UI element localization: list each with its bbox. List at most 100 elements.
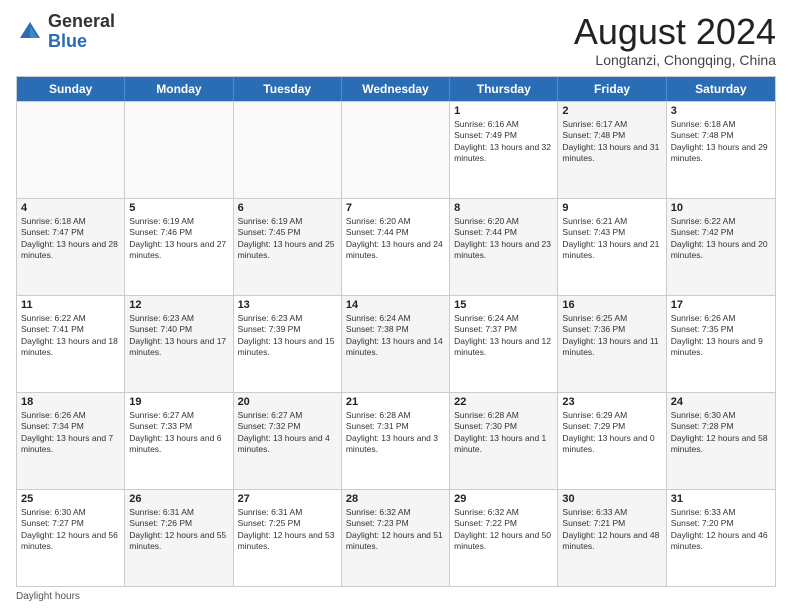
day-number: 11 (21, 299, 120, 311)
header: General Blue August 2024 Longtanzi, Chon… (16, 12, 776, 68)
cell-info: Sunrise: 6:25 AM Sunset: 7:36 PM Dayligh… (562, 313, 661, 359)
calendar-cell: 21 Sunrise: 6:28 AM Sunset: 7:31 PM Dayli… (342, 393, 450, 489)
day-number: 2 (562, 105, 661, 117)
calendar-row: 18 Sunrise: 6:26 AM Sunset: 7:34 PM Dayli… (17, 392, 775, 489)
weekday-header: Monday (125, 77, 233, 101)
day-number: 24 (671, 396, 771, 408)
month-year: August 2024 (574, 12, 776, 52)
location: Longtanzi, Chongqing, China (574, 52, 776, 68)
weekday-header: Saturday (667, 77, 775, 101)
calendar-cell (342, 102, 450, 198)
calendar-cell: 27Sunrise: 6:31 AM Sunset: 7:25 PM Dayli… (234, 490, 342, 586)
calendar-cell: 31Sunrise: 6:33 AM Sunset: 7:20 PM Dayli… (667, 490, 775, 586)
cell-info: Sunrise: 6:24 AM Sunset: 7:37 PM Dayligh… (454, 313, 553, 359)
calendar-cell (125, 102, 233, 198)
weekday-header: Wednesday (342, 77, 450, 101)
day-number: 10 (671, 202, 771, 214)
calendar-row: 1Sunrise: 6:16 AM Sunset: 7:49 PM Daylig… (17, 101, 775, 198)
calendar-cell: 29 Sunrise: 6:32 AM Sunset: 7:22 PM Dayli… (450, 490, 558, 586)
cell-info: Sunrise: 6:22 AM Sunset: 7:42 PM Dayligh… (671, 216, 771, 262)
calendar-cell: 17 Sunrise: 6:26 AM Sunset: 7:35 PM Dayli… (667, 296, 775, 392)
cell-info: Sunrise: 6:26 AM Sunset: 7:34 PM Dayligh… (21, 410, 120, 456)
calendar-cell: 5Sunrise: 6:19 AM Sunset: 7:46 PM Daylig… (125, 199, 233, 295)
calendar-cell: 22 Sunrise: 6:28 AM Sunset: 7:30 PM Dayli… (450, 393, 558, 489)
calendar-cell (234, 102, 342, 198)
cell-info: Sunrise: 6:32 AM Sunset: 7:22 PM Dayligh… (454, 507, 553, 553)
cell-info: Sunrise: 6:30 AM Sunset: 7:28 PM Dayligh… (671, 410, 771, 456)
weekday-header: Thursday (450, 77, 558, 101)
cell-info: Sunrise: 6:28 AM Sunset: 7:30 PM Dayligh… (454, 410, 553, 456)
calendar-cell: 8Sunrise: 6:20 AM Sunset: 7:44 PM Daylig… (450, 199, 558, 295)
calendar-cell: 18 Sunrise: 6:26 AM Sunset: 7:34 PM Dayli… (17, 393, 125, 489)
day-number: 30 (562, 493, 661, 505)
cell-info: Sunrise: 6:18 AM Sunset: 7:47 PM Dayligh… (21, 216, 120, 262)
footer-text: Daylight hours (16, 591, 80, 602)
calendar-body: 1Sunrise: 6:16 AM Sunset: 7:49 PM Daylig… (17, 101, 775, 586)
calendar-cell: 23 Sunrise: 6:29 AM Sunset: 7:29 PM Dayli… (558, 393, 666, 489)
day-number: 13 (238, 299, 337, 311)
calendar-row: 4 Sunrise: 6:18 AM Sunset: 7:47 PM Daylig… (17, 198, 775, 295)
logo: General Blue (16, 12, 115, 52)
cell-info: Sunrise: 6:16 AM Sunset: 7:49 PM Dayligh… (454, 119, 553, 165)
weekday-header: Tuesday (234, 77, 342, 101)
day-number: 26 (129, 493, 228, 505)
logo-icon (16, 18, 44, 46)
calendar-cell: 20 Sunrise: 6:27 AM Sunset: 7:32 PM Dayli… (234, 393, 342, 489)
logo-blue-text: Blue (48, 31, 87, 51)
calendar-cell: 24 Sunrise: 6:30 AM Sunset: 7:28 PM Dayli… (667, 393, 775, 489)
day-number: 29 (454, 493, 553, 505)
calendar-cell: 10 Sunrise: 6:22 AM Sunset: 7:42 PM Dayli… (667, 199, 775, 295)
cell-info: Sunrise: 6:33 AM Sunset: 7:21 PM Dayligh… (562, 507, 661, 553)
calendar-cell: 7Sunrise: 6:20 AM Sunset: 7:44 PM Daylig… (342, 199, 450, 295)
weekday-header: Sunday (17, 77, 125, 101)
cell-info: Sunrise: 6:19 AM Sunset: 7:45 PM Dayligh… (238, 216, 337, 262)
calendar-cell: 3Sunrise: 6:18 AM Sunset: 7:48 PM Daylig… (667, 102, 775, 198)
cell-info: Sunrise: 6:30 AM Sunset: 7:27 PM Dayligh… (21, 507, 120, 553)
cell-info: Sunrise: 6:20 AM Sunset: 7:44 PM Dayligh… (454, 216, 553, 262)
day-number: 27 (238, 493, 337, 505)
calendar-cell: 30 Sunrise: 6:33 AM Sunset: 7:21 PM Dayli… (558, 490, 666, 586)
weekday-header: Friday (558, 77, 666, 101)
cell-info: Sunrise: 6:29 AM Sunset: 7:29 PM Dayligh… (562, 410, 661, 456)
day-number: 21 (346, 396, 445, 408)
day-number: 7 (346, 202, 445, 214)
day-number: 23 (562, 396, 661, 408)
cell-info: Sunrise: 6:27 AM Sunset: 7:33 PM Dayligh… (129, 410, 228, 456)
cell-info: Sunrise: 6:23 AM Sunset: 7:39 PM Dayligh… (238, 313, 337, 359)
calendar-cell: 26 Sunrise: 6:31 AM Sunset: 7:26 PM Dayli… (125, 490, 233, 586)
calendar-cell: 11 Sunrise: 6:22 AM Sunset: 7:41 PM Dayli… (17, 296, 125, 392)
calendar-cell: 2Sunrise: 6:17 AM Sunset: 7:48 PM Daylig… (558, 102, 666, 198)
day-number: 20 (238, 396, 337, 408)
cell-info: Sunrise: 6:26 AM Sunset: 7:35 PM Dayligh… (671, 313, 771, 359)
day-number: 14 (346, 299, 445, 311)
day-number: 19 (129, 396, 228, 408)
calendar-row: 25 Sunrise: 6:30 AM Sunset: 7:27 PM Dayli… (17, 489, 775, 586)
cell-info: Sunrise: 6:18 AM Sunset: 7:48 PM Dayligh… (671, 119, 771, 165)
cell-info: Sunrise: 6:31 AM Sunset: 7:26 PM Dayligh… (129, 507, 228, 553)
day-number: 9 (562, 202, 661, 214)
cell-info: Sunrise: 6:23 AM Sunset: 7:40 PM Dayligh… (129, 313, 228, 359)
calendar-cell: 28Sunrise: 6:32 AM Sunset: 7:23 PM Dayli… (342, 490, 450, 586)
day-number: 22 (454, 396, 553, 408)
logo-general-text: General (48, 11, 115, 31)
calendar-cell: 16Sunrise: 6:25 AM Sunset: 7:36 PM Dayli… (558, 296, 666, 392)
day-number: 28 (346, 493, 445, 505)
calendar: SundayMondayTuesdayWednesdayThursdayFrid… (16, 76, 776, 587)
cell-info: Sunrise: 6:27 AM Sunset: 7:32 PM Dayligh… (238, 410, 337, 456)
day-number: 18 (21, 396, 120, 408)
calendar-cell: 13 Sunrise: 6:23 AM Sunset: 7:39 PM Dayli… (234, 296, 342, 392)
cell-info: Sunrise: 6:22 AM Sunset: 7:41 PM Dayligh… (21, 313, 120, 359)
cell-info: Sunrise: 6:28 AM Sunset: 7:31 PM Dayligh… (346, 410, 445, 456)
cell-info: Sunrise: 6:33 AM Sunset: 7:20 PM Dayligh… (671, 507, 771, 553)
cell-info: Sunrise: 6:21 AM Sunset: 7:43 PM Dayligh… (562, 216, 661, 262)
calendar-cell: 1Sunrise: 6:16 AM Sunset: 7:49 PM Daylig… (450, 102, 558, 198)
day-number: 5 (129, 202, 228, 214)
calendar-cell: 19 Sunrise: 6:27 AM Sunset: 7:33 PM Dayli… (125, 393, 233, 489)
day-number: 25 (21, 493, 120, 505)
day-number: 4 (21, 202, 120, 214)
day-number: 17 (671, 299, 771, 311)
calendar-header: SundayMondayTuesdayWednesdayThursdayFrid… (17, 77, 775, 101)
day-number: 6 (238, 202, 337, 214)
cell-info: Sunrise: 6:24 AM Sunset: 7:38 PM Dayligh… (346, 313, 445, 359)
day-number: 15 (454, 299, 553, 311)
